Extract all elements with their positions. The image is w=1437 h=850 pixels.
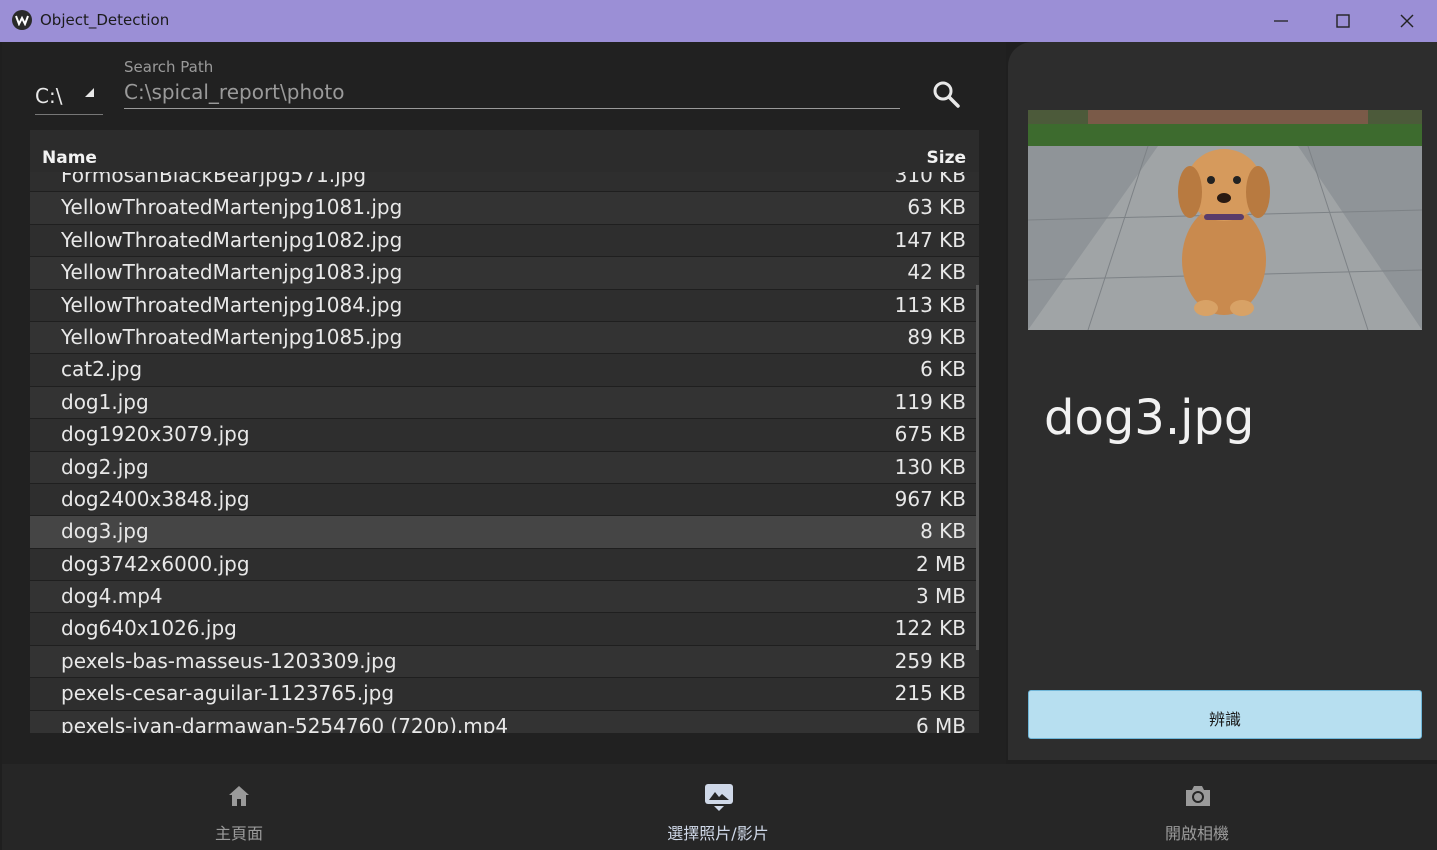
table-row[interactable]: pexels-cesar-aguilar-1123765.jpg 215 KB bbox=[30, 678, 979, 711]
file-size-cell: 215 KB bbox=[894, 681, 966, 706]
file-name-cell: YellowThroatedMartenjpg1081.jpg bbox=[61, 195, 403, 220]
table-row[interactable]: dog2400x3848.jpg 967 KB bbox=[30, 483, 979, 517]
file-name-cell: pexels-cesar-aguilar-1123765.jpg bbox=[61, 681, 395, 706]
table-row[interactable]: dog1920x3079.jpg 675 KB bbox=[30, 419, 979, 452]
file-table: Name Size FormosanBlackBearjpg571.jpg 310… bbox=[30, 130, 979, 733]
nav-home[interactable]: 主頁面 bbox=[139, 764, 339, 850]
file-list: FormosanBlackBearjpg571.jpg 310 KB YellowT… bbox=[30, 160, 979, 733]
title-bar: Object_Detection bbox=[0, 0, 1437, 42]
table-row[interactable]: dog2.jpg 130 KB bbox=[30, 451, 979, 484]
nav-select-media[interactable]: 選擇照片/影片 bbox=[618, 764, 818, 850]
search-icon bbox=[933, 81, 960, 108]
file-size-cell: 147 KB bbox=[894, 227, 966, 252]
file-name-cell: dog1920x3079.jpg bbox=[61, 422, 250, 447]
file-name-cell: dog2.jpg bbox=[61, 454, 149, 479]
file-size-cell: 42 KB bbox=[907, 260, 966, 285]
drive-select[interactable]: C:\ bbox=[35, 80, 103, 115]
file-size-cell: 2 MB bbox=[915, 551, 966, 576]
camera-icon bbox=[1186, 786, 1210, 806]
file-size-cell: 89 KB bbox=[907, 324, 966, 349]
file-size-cell: 113 KB bbox=[894, 292, 966, 317]
column-header-size[interactable]: Size bbox=[927, 148, 967, 168]
file-name-cell: cat2.jpg bbox=[61, 357, 143, 382]
file-name-cell: dog3742x6000.jpg bbox=[61, 551, 250, 576]
file-size-cell: 8 KB bbox=[920, 519, 966, 544]
table-row[interactable]: YellowThroatedMartenjpg1083.jpg 42 KB bbox=[30, 257, 979, 290]
file-name-cell: YellowThroatedMartenjpg1083.jpg bbox=[61, 260, 403, 285]
file-size-cell: 3 MB bbox=[915, 584, 966, 609]
window-title: Object_Detection bbox=[40, 11, 170, 29]
selected-file-name: dog3.jpg bbox=[1044, 390, 1255, 446]
maximize-button[interactable] bbox=[1313, 0, 1373, 42]
file-size-cell: 130 KB bbox=[894, 454, 966, 479]
nav-select-media-label: 選擇照片/影片 bbox=[667, 824, 769, 843]
table-row[interactable]: YellowThroatedMartenjpg1082.jpg 147 KB bbox=[30, 224, 979, 258]
file-size-cell: 967 KB bbox=[894, 486, 966, 511]
file-size-cell: 6 KB bbox=[920, 357, 966, 382]
search-path-input[interactable] bbox=[124, 76, 900, 109]
file-size-cell: 122 KB bbox=[894, 616, 966, 641]
table-row[interactable]: dog640x1026.jpg 122 KB bbox=[30, 613, 979, 646]
table-row[interactable]: cat2.jpg 6 KB bbox=[30, 354, 979, 387]
table-row[interactable]: dog4.mp4 3 MB bbox=[30, 581, 979, 614]
table-row[interactable]: dog3742x6000.jpg 2 MB bbox=[30, 548, 979, 582]
recognize-button[interactable]: 辨識 bbox=[1028, 690, 1422, 739]
dropdown-arrow-icon bbox=[85, 88, 94, 97]
drive-value: C:\ bbox=[35, 84, 63, 108]
close-button[interactable] bbox=[1377, 0, 1437, 42]
image-preview bbox=[1028, 110, 1422, 330]
nav-camera-label: 開啟相機 bbox=[1164, 824, 1229, 843]
table-row[interactable]: YellowThroatedMartenjpg1084.jpg 113 KB bbox=[30, 289, 979, 322]
file-name-cell: YellowThroatedMartenjpg1085.jpg bbox=[61, 324, 403, 349]
app-logo-icon bbox=[12, 10, 32, 30]
nav-home-label: 主頁面 bbox=[214, 824, 263, 843]
file-name-cell: YellowThroatedMartenjpg1082.jpg bbox=[61, 227, 403, 252]
table-row[interactable]: YellowThroatedMartenjpg1085.jpg 89 KB bbox=[30, 321, 979, 355]
file-name-cell: dog3.jpg bbox=[61, 519, 149, 544]
file-name-cell: dog640x1026.jpg bbox=[61, 616, 237, 641]
search-button[interactable] bbox=[930, 78, 962, 110]
search-path-label: Search Path bbox=[124, 58, 214, 76]
file-size-cell: 6 MB bbox=[915, 713, 966, 733]
file-name-cell: pexels-bas-masseus-1203309.jpg bbox=[61, 648, 397, 673]
file-size-cell: 675 KB bbox=[894, 422, 966, 447]
table-row[interactable]: dog3.jpg 8 KB bbox=[30, 516, 979, 549]
minimize-button[interactable] bbox=[1251, 0, 1311, 42]
file-name-cell: pexels-iyan-darmawan-5254760 (720p).mp4 bbox=[61, 713, 509, 733]
table-row[interactable]: YellowThroatedMartenjpg1081.jpg 63 KB bbox=[30, 192, 979, 225]
bottom-nav: 主頁面 選擇照片/影片 開啟相機 bbox=[2, 764, 1437, 850]
table-row[interactable]: pexels-bas-masseus-1203309.jpg 259 KB bbox=[30, 645, 979, 679]
table-row[interactable]: dog1.jpg 119 KB bbox=[30, 386, 979, 420]
file-size-cell: 259 KB bbox=[894, 648, 966, 673]
recognize-button-label: 辨識 bbox=[1208, 710, 1241, 729]
file-name-cell: dog1.jpg bbox=[61, 389, 149, 414]
file-name-cell: dog4.mp4 bbox=[61, 584, 163, 609]
file-size-cell: 63 KB bbox=[907, 195, 966, 220]
file-name-cell: YellowThroatedMartenjpg1084.jpg bbox=[61, 292, 403, 317]
table-header: Name Size bbox=[30, 130, 979, 172]
file-size-cell: 119 KB bbox=[894, 389, 966, 414]
column-header-name[interactable]: Name bbox=[42, 148, 97, 168]
table-row[interactable]: pexels-iyan-darmawan-5254760 (720p).mp4 6… bbox=[30, 710, 979, 733]
image-select-icon bbox=[705, 784, 733, 811]
home-icon bbox=[229, 786, 249, 806]
nav-camera[interactable]: 開啟相機 bbox=[1097, 764, 1297, 850]
file-list-scrollbar[interactable] bbox=[976, 285, 979, 650]
file-name-cell: dog2400x3848.jpg bbox=[61, 486, 250, 511]
